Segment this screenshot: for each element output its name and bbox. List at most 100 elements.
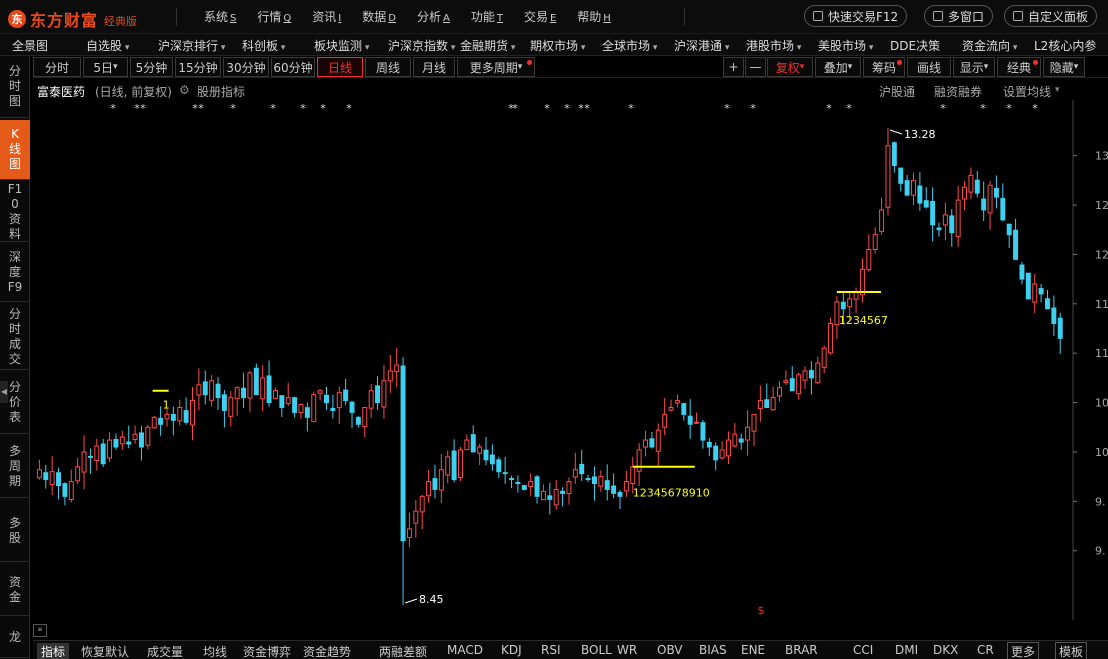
indicator-tab-17[interactable]: DMI [895,643,918,657]
category-tab-6[interactable]: 金融期货 [460,37,515,54]
indicator-tab-19[interactable]: CR [977,643,994,657]
category-tab-5[interactable]: 沪深京指数 [388,37,455,54]
indicator-tab-18[interactable]: DKX [933,643,958,657]
collapse-left-icon[interactable]: ◀ [0,381,8,403]
candle-body [381,380,387,408]
period-8[interactable]: 月线 [413,57,455,77]
indicator-tab-1[interactable]: 恢复默认 [81,643,129,659]
indicator-tab-11[interactable]: WR [617,643,637,657]
menu-item-6[interactable]: 交易 E [524,8,556,25]
category-tab-10[interactable]: 港股市场 [746,37,801,54]
tool-button-1[interactable]: — [745,57,766,77]
category-tab-3[interactable]: 科创板 [242,37,285,54]
tool-button-6[interactable]: 显示 ▾ [953,57,995,77]
period-6[interactable]: 日线 [317,57,363,77]
period-5[interactable]: 60分钟 [271,57,315,77]
category-tab-11[interactable]: 美股市场 [818,37,873,54]
period-0[interactable]: 分时 [33,57,81,77]
equity-indicator-link[interactable]: 股册指标 [197,83,245,100]
indicator-tab-0[interactable]: 指标 [37,643,70,659]
period-3[interactable]: 15分钟 [175,57,221,77]
tool-button-3[interactable]: 叠加 ▾ [815,57,861,77]
chevron-down-icon[interactable]: ▾ [1055,85,1060,95]
category-tab-12[interactable]: DDE决策 [890,37,940,54]
candle-body [36,469,42,479]
menu-item-5[interactable]: 功能 T [471,8,503,25]
period-4[interactable]: 30分钟 [223,57,269,77]
category-tab-9[interactable]: 沪深港通 [674,37,729,54]
menu-item-2[interactable]: 资讯 I [312,8,341,25]
menu-item-7[interactable]: 帮助 H [577,8,611,25]
indicator-tab-10[interactable]: BOLL [581,643,612,657]
stock-name[interactable]: 富泰医药 [37,83,85,100]
menu-item-1[interactable]: 行情 Q [257,8,291,25]
category-tab-13[interactable]: 资金流向 [962,37,1017,54]
category-tab-14[interactable]: L2核心内参 [1034,37,1096,54]
candle-body [228,397,234,417]
indicator-tab-13[interactable]: BIAS [699,643,727,657]
multi-window-button[interactable]: 多窗口 [924,5,994,27]
candle-body [553,488,559,506]
menu-item-0[interactable]: 系统 S [204,8,236,25]
quick-trade-button[interactable]: 快速交易F12 [804,5,908,27]
tool-button-4[interactable]: 筹码 [863,57,905,77]
category-tab-8[interactable]: 全球市场 [602,37,657,54]
candle-body [375,385,381,404]
indicator-tab-12[interactable]: OBV [657,643,683,657]
indicator-tab-8[interactable]: KDJ [501,643,522,657]
custom-panel-label: 自定义面板 [1028,9,1089,24]
hk-connect-link[interactable]: 沪股通 [879,83,915,100]
indicator-tab-15[interactable]: BRAR [785,643,818,657]
custom-panel-button[interactable]: 自定义面板 [1004,5,1098,27]
tool-button-5[interactable]: 画线 [907,57,951,77]
left-tab-3[interactable]: 深度F9 [0,244,30,302]
kline-chart[interactable]: 13. 12. 12. 11. 11. 10. 10. 9. 9. 13.28 8.45 1 12345… [33,100,1108,620]
indicator-tab-21[interactable]: 模板 [1055,642,1088,659]
left-tab-6[interactable]: 多周期 [0,436,30,498]
indicator-tab-14[interactable]: ENE [741,643,765,657]
category-tab-2[interactable]: 沪深京排行 [158,37,225,54]
tool-button-8[interactable]: 隐藏 ▾ [1043,57,1085,77]
tool-button-7[interactable]: 经典 [997,57,1041,77]
period-9[interactable]: 更多周期 ▾ [457,57,535,77]
candle-body [138,432,144,448]
category-tab-0[interactable]: 全景图 [12,37,48,54]
menu-item-4[interactable]: 分析 A [417,8,450,25]
menu-item-3[interactable]: 数据 D [362,8,396,25]
left-tab-2[interactable]: F10资料 [0,182,30,242]
candle-body [968,174,974,193]
category-tab-1[interactable]: 自选股 [86,37,129,54]
indicator-tab-5[interactable]: 资金趋势 [303,643,351,659]
left-tab-1[interactable]: K线图 [0,120,30,180]
menu-label: 帮助 [577,10,602,24]
candle-body [572,469,578,478]
indicator-tab-9[interactable]: RSI [541,643,561,657]
indicator-tab-6[interactable]: 两融差额 [379,643,427,659]
candle-body [617,491,623,497]
indicator-tab-4[interactable]: 资金博弈 [243,643,291,659]
period-7[interactable]: 周线 [365,57,411,77]
tool-button-0[interactable]: + [723,57,744,77]
indicator-tab-7[interactable]: MACD [447,643,483,657]
left-tab-9[interactable]: 龙 [0,618,30,658]
category-tab-7[interactable]: 期权市场 [530,37,585,54]
ma-settings-link[interactable]: 设置均线 [1003,83,1051,100]
tool-button-2[interactable]: 复权 ▾ [767,57,813,77]
left-tab-8[interactable]: 资金 [0,564,30,616]
gear-icon[interactable]: ⚙ [179,83,190,97]
left-tab-0[interactable]: 分时图 [0,56,30,118]
period-1[interactable]: 5日 ▾ [83,57,128,77]
indicator-tab-2[interactable]: 成交量 [147,643,183,659]
indicator-tab-20[interactable]: 更多 [1007,642,1040,659]
left-tab-4[interactable]: 分时成交 [0,304,30,370]
indicator-tab-16[interactable]: CCI [853,643,873,657]
left-tab-7[interactable]: 多股 [0,500,30,562]
candle-body [1006,223,1012,236]
notify-dot-icon [527,60,532,65]
period-2[interactable]: 5分钟 [130,57,173,77]
margin-trading-link[interactable]: 融资融券 [934,83,982,100]
event-marker-icon: * [940,102,946,115]
indicator-tab-3[interactable]: 均线 [203,643,227,659]
category-tab-4[interactable]: 板块监测 [314,37,369,54]
collapse-panel-icon[interactable]: « [33,624,47,637]
